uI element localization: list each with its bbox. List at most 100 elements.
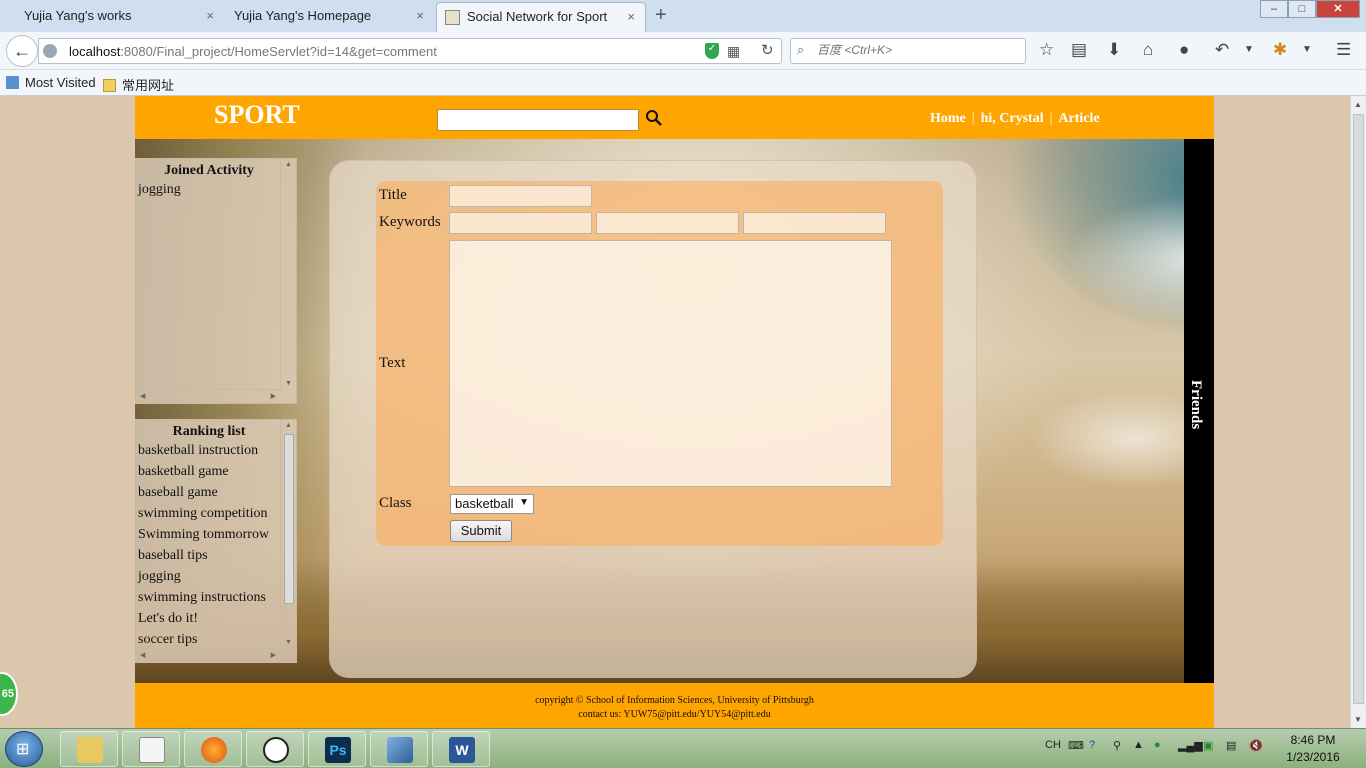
volume-muted-icon[interactable]: 🔇 [1249,739,1263,752]
vertical-scrollbar[interactable]: ▲ ▼ [280,420,296,648]
site-search-input[interactable] [437,109,639,131]
list-item[interactable]: soccer tips [138,629,282,648]
help-icon[interactable]: ? [1089,739,1095,751]
clock-time: 8:46 PM [1290,733,1336,747]
horizontal-scrollbar[interactable]: ◀ ▶ [136,648,282,662]
keyword-input-2[interactable] [596,212,739,234]
list-item[interactable]: basketball instruction [138,440,282,461]
nav-article-link[interactable]: Article [1058,111,1099,126]
taskbar-explorer[interactable] [60,731,118,767]
tab-social-network[interactable]: Social Network for Sport × [436,2,646,32]
home-icon[interactable]: ⌂ [1143,40,1153,60]
taskbar-photoshop[interactable]: Ps [308,731,366,767]
list-item[interactable]: swimming instructions [138,587,282,608]
undo-icon[interactable]: ↶ [1215,40,1229,60]
list-item[interactable]: Let's do it! [138,608,282,629]
close-window-button[interactable]: ✕ [1316,0,1360,18]
minimize-button[interactable]: – [1260,0,1288,18]
scroll-up-icon[interactable]: ▲ [1354,100,1362,109]
taskbar-qq[interactable] [246,731,304,767]
list-item[interactable]: Swimming tommorrow [138,524,282,545]
reload-icon[interactable]: ↻ [761,41,774,59]
nav-user-link[interactable]: hi, Crystal [981,111,1044,126]
keyword-input-1[interactable] [449,212,592,234]
scroll-right-icon[interactable]: ▶ [271,392,276,400]
web-page: SPORT Home | hi, Crystal | Article Friends J… [0,96,1350,728]
undo-dropdown-icon[interactable]: ▼ [1244,44,1254,55]
browser-search-input[interactable] [817,43,1017,57]
chat-icon[interactable]: ● [1179,40,1189,60]
scroll-right-icon[interactable]: ▶ [271,651,276,659]
input-language[interactable]: CH [1045,739,1061,751]
list-item[interactable]: swimming competition [138,503,282,524]
scrollbar-thumb[interactable] [1353,114,1364,704]
address-bar[interactable]: localhost:8080/Final_project/HomeServlet… [38,38,782,64]
menu-icon[interactable]: ☰ [1336,40,1351,60]
keyboard-icon[interactable]: ⌨ [1068,739,1084,752]
back-button[interactable]: ← [6,35,38,67]
horizontal-scrollbar[interactable]: ◀ ▶ [136,389,282,403]
list-item[interactable]: baseball game [138,482,282,503]
joined-activity-title: Joined Activity [164,163,254,178]
scroll-up-icon[interactable]: ▲ [285,422,292,429]
scroll-left-icon[interactable]: ◀ [140,651,145,659]
list-item[interactable]: basketball game [138,461,282,482]
tab-yujia-works[interactable]: Yujia Yang's works × [0,2,224,32]
close-tab-icon[interactable]: × [416,8,424,23]
show-hidden-icons-icon[interactable]: ▲ [1133,739,1144,751]
taskbar-notepad[interactable] [122,731,180,767]
shield-icon[interactable]: ✓ [705,43,719,59]
sync-icon[interactable]: ▣ [1203,739,1213,752]
qq-icon [263,737,289,763]
maximize-button[interactable]: □ [1288,0,1316,18]
network-icon[interactable]: ▂▄▆ [1178,739,1203,752]
scroll-up-icon[interactable]: ▲ [285,161,292,168]
bookmark-star-icon[interactable]: ☆ [1039,40,1054,60]
search-icon[interactable] [645,109,663,127]
nav-home-link[interactable]: Home [930,111,966,126]
taskbar-word[interactable]: W [432,731,490,767]
taskbar-firefox[interactable] [184,731,242,767]
url-text[interactable]: localhost:8080/Final_project/HomeServlet… [69,44,437,59]
text-area[interactable] [449,240,892,487]
close-tab-icon[interactable]: × [627,9,635,24]
vertical-scrollbar[interactable]: ▲ ▼ [280,159,296,389]
scroll-down-icon[interactable]: ▼ [285,380,292,387]
qr-code-icon[interactable]: ▦ [727,43,740,60]
security-icon[interactable]: ● [1154,739,1161,751]
page-vertical-scrollbar[interactable]: ▲ ▼ [1350,96,1366,728]
reading-list-icon[interactable]: ▤ [1071,40,1087,60]
notification-badge[interactable]: 65 [0,672,18,716]
nav-separator: | [1049,111,1053,126]
search-box[interactable]: ⌕ [790,38,1026,64]
scroll-left-icon[interactable]: ◀ [140,392,145,400]
download-icon[interactable]: ⬇ [1107,40,1121,60]
close-tab-icon[interactable]: × [206,8,214,23]
bookmark-common-sites[interactable]: 常用网址 [103,75,174,94]
submit-button[interactable]: Submit [450,520,512,542]
scroll-down-icon[interactable]: ▼ [1354,715,1362,724]
site-logo[interactable]: SPORT [214,100,300,130]
site-identity-icon[interactable] [43,44,57,58]
system-clock[interactable]: 8:46 PM 1/23/2016 [1278,732,1348,766]
new-tab-button[interactable]: + [655,4,667,27]
extension-icon[interactable]: ✱ [1273,40,1287,60]
page-favicon-icon [445,10,460,25]
list-item[interactable]: baseball tips [138,545,282,566]
list-item[interactable]: jogging [138,179,282,200]
taskbar-virtualbox[interactable] [370,731,428,767]
class-select[interactable]: basketball ▼ [450,494,534,514]
list-item[interactable]: jogging [138,566,282,587]
start-button[interactable]: ⊞ [5,731,43,767]
bookmark-most-visited[interactable]: Most Visited [6,75,96,90]
device-icon[interactable]: ▤ [1226,739,1236,752]
scrollbar-thumb[interactable] [284,434,294,604]
pin-icon[interactable]: ⚲ [1113,739,1121,752]
notepad-icon [139,737,165,763]
tab-yujia-homepage[interactable]: Yujia Yang's Homepage × [224,2,434,32]
scroll-down-icon[interactable]: ▼ [285,639,292,646]
extension-dropdown-icon[interactable]: ▼ [1302,44,1312,55]
friends-label[interactable]: Friends [1187,380,1204,429]
title-input[interactable] [449,185,592,207]
keyword-input-3[interactable] [743,212,886,234]
